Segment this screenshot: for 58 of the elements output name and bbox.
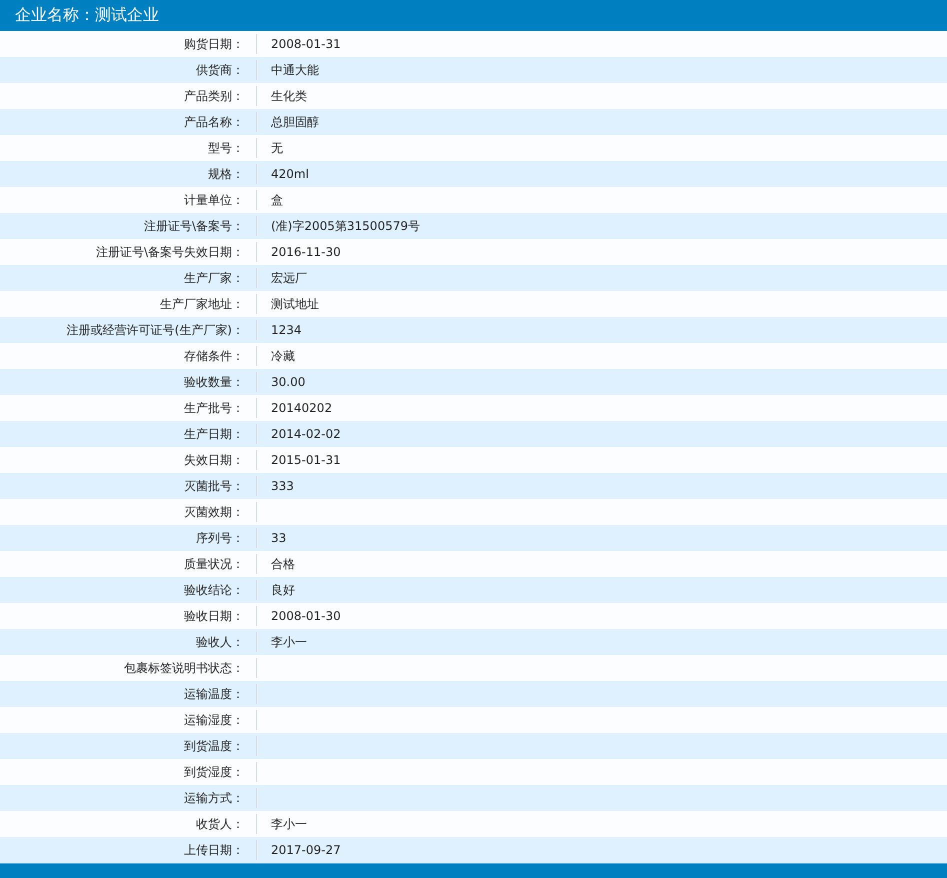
field-value: 33 [271, 531, 286, 545]
field-value: 无 [271, 140, 283, 156]
field-label: 运输湿度： [184, 712, 245, 728]
field-value: 420ml [271, 167, 309, 181]
field-label: 生产日期： [184, 426, 245, 442]
field-label: 生产批号： [184, 400, 245, 416]
field-label: 型号： [208, 140, 245, 156]
field-label: 生产厂家地址： [160, 296, 245, 312]
field-label: 灭菌效期： [184, 504, 245, 520]
field-value: 李小一 [271, 634, 307, 650]
field-value: 20140202 [271, 401, 332, 415]
field-value: 2014-02-02 [271, 427, 341, 441]
field-value: 333 [271, 479, 294, 493]
field-label: 供货商： [196, 62, 245, 78]
field-value: 盒 [271, 192, 283, 208]
field-value: 2008-01-30 [271, 609, 341, 623]
field-value: 中通大能 [271, 62, 319, 78]
field-value: 1234 [271, 323, 302, 337]
field-label: 验收人： [196, 634, 245, 650]
field-value: (准)字2005第31500579号 [271, 218, 420, 234]
field-label: 收货人： [196, 816, 245, 832]
field-label: 序列号： [196, 530, 245, 546]
field-value: 生化类 [271, 88, 307, 104]
field-label: 生产厂家： [184, 270, 245, 286]
field-label: 购货日期： [184, 36, 245, 52]
field-value: 测试地址 [271, 296, 319, 312]
field-value: 30.00 [271, 375, 306, 389]
field-label: 注册或经营许可证号(生产厂家)： [66, 322, 245, 338]
field-label: 产品类别： [184, 88, 245, 104]
field-label: 运输温度： [184, 686, 245, 702]
field-label: 上传日期： [184, 842, 245, 858]
field-label: 注册证号\备案号失效日期： [96, 244, 245, 260]
field-label: 验收结论： [184, 582, 245, 598]
field-label: 灭菌批号： [184, 478, 245, 494]
field-label: 存储条件： [184, 348, 245, 364]
field-value: 2017-09-27 [271, 843, 341, 857]
field-label: 产品名称： [184, 114, 245, 130]
field-value: 良好 [271, 582, 295, 598]
field-label: 到货温度： [184, 738, 245, 754]
field-value: 李小一 [271, 816, 307, 832]
field-value: 2015-01-31 [271, 453, 341, 467]
field-label: 包裹标签说明书状态： [124, 660, 245, 676]
field-value: 2016-11-30 [271, 245, 341, 259]
page-title: 企业名称：测试企业 [15, 5, 159, 26]
field-label: 计量单位： [184, 192, 245, 208]
field-label: 到货湿度： [184, 764, 245, 780]
field-label: 运输方式： [184, 790, 245, 806]
field-label: 失效日期： [184, 452, 245, 468]
field-value: 2008-01-31 [271, 37, 341, 51]
field-value: 合格 [271, 556, 295, 572]
field-label: 验收日期： [184, 608, 245, 624]
field-value: 总胆固醇 [271, 114, 319, 130]
field-label: 注册证号\备案号： [144, 218, 245, 234]
field-label: 质量状况： [184, 556, 245, 572]
field-label: 验收数量： [184, 374, 245, 390]
field-value: 冷藏 [271, 348, 295, 364]
field-label: 规格： [208, 166, 245, 182]
field-value: 宏远厂 [271, 270, 307, 286]
